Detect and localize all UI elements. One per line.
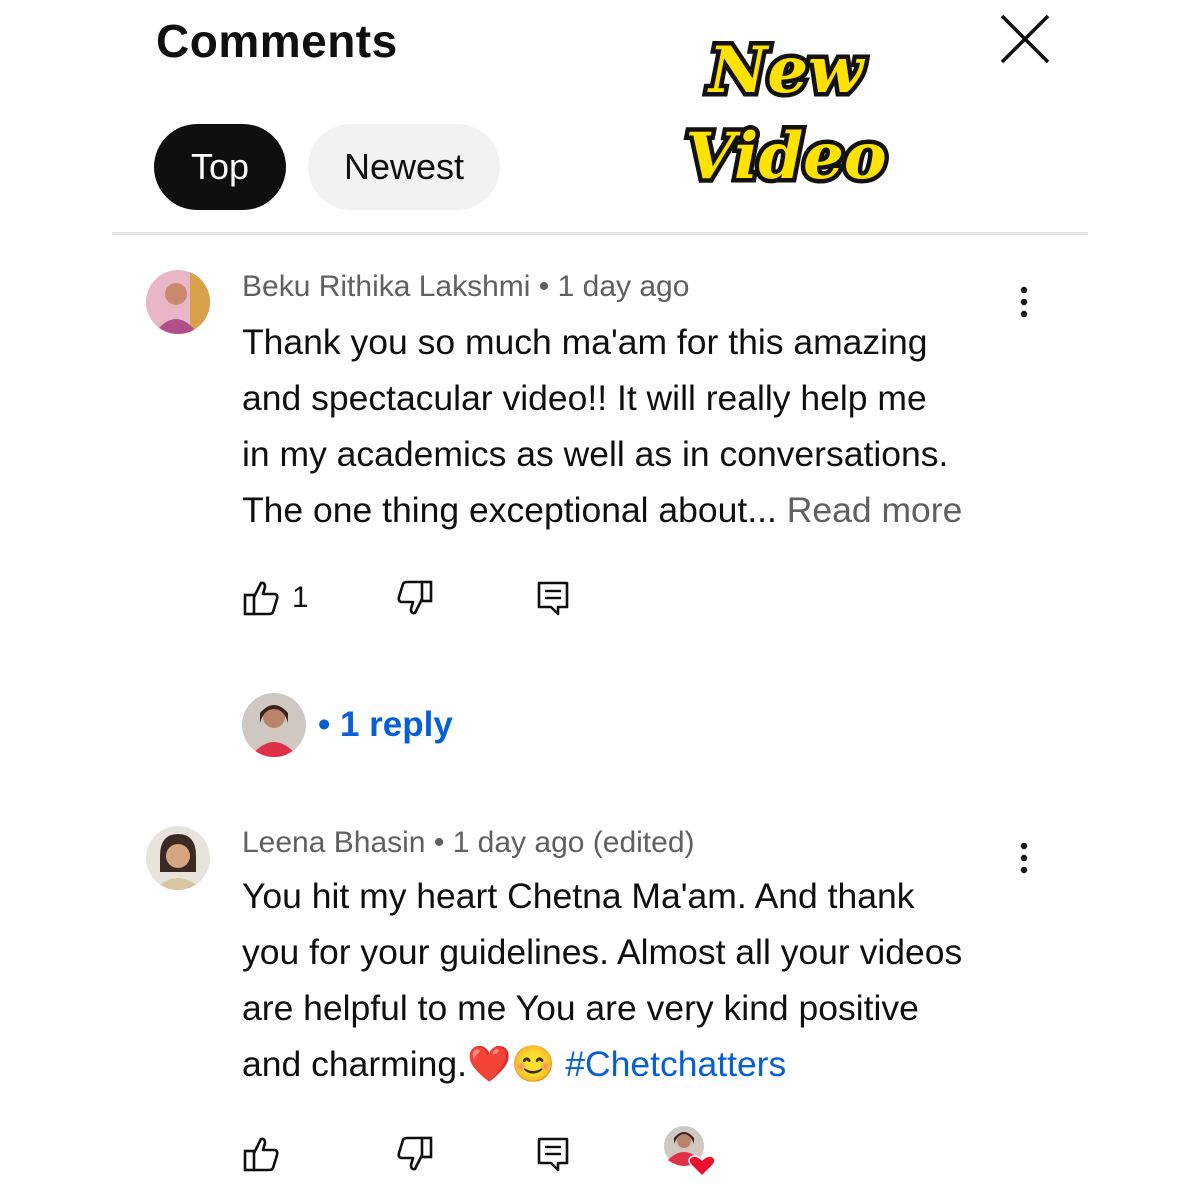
reply-icon bbox=[537, 1137, 569, 1172]
read-more-link[interactable]: Read more bbox=[787, 490, 963, 530]
like-icon bbox=[243, 581, 279, 616]
creator-heart bbox=[660, 1122, 718, 1180]
comment-line: you for your guidelines. Almost all your… bbox=[242, 932, 963, 972]
divider bbox=[112, 232, 1088, 235]
comment-line: and charming. bbox=[242, 1044, 467, 1084]
badge-line1: New bbox=[707, 33, 865, 108]
reply-icon bbox=[537, 581, 569, 616]
sort-chips: Top Newest bbox=[154, 124, 500, 210]
new-video-badge: New Video bbox=[676, 20, 896, 200]
tab-top[interactable]: Top bbox=[154, 124, 286, 210]
dislike-icon bbox=[397, 1136, 433, 1171]
avatar[interactable] bbox=[146, 826, 210, 890]
close-button[interactable] bbox=[996, 10, 1054, 68]
comment-text: Thank you so much ma'am for this amazing… bbox=[242, 314, 1032, 538]
view-replies-button[interactable]: • 1 reply bbox=[242, 692, 453, 758]
avatar[interactable] bbox=[146, 270, 210, 334]
comment-meta: Leena Bhasin • 1 day ago (edited) bbox=[242, 826, 695, 859]
tab-newest[interactable]: Newest bbox=[308, 124, 500, 210]
like-icon bbox=[243, 1137, 279, 1172]
like-button[interactable]: 1 bbox=[240, 574, 309, 622]
hashtag-link[interactable]: #Chetchatters bbox=[565, 1044, 786, 1084]
comment-line: You hit my heart Chetna Ma'am. And thank bbox=[242, 876, 915, 916]
close-icon bbox=[1000, 14, 1050, 64]
replies-count: • 1 reply bbox=[318, 705, 453, 744]
dislike-icon bbox=[397, 580, 433, 615]
emoji-text: ❤️😊 bbox=[466, 1044, 556, 1084]
creator-avatar bbox=[242, 693, 306, 757]
like-count: 1 bbox=[292, 581, 309, 614]
comment-text: You hit my heart Chetna Ma'am. And thank… bbox=[242, 868, 1032, 1092]
comment-line: and spectacular video!! It will really h… bbox=[242, 378, 927, 418]
page-title: Comments bbox=[156, 15, 398, 67]
dislike-button[interactable] bbox=[394, 1130, 436, 1178]
comment-line: in my academics as well as in conversati… bbox=[242, 434, 949, 474]
comment-line: The one thing exceptional about... bbox=[242, 490, 787, 530]
like-button[interactable] bbox=[240, 1130, 282, 1178]
dislike-button[interactable] bbox=[394, 574, 436, 622]
heart-icon bbox=[688, 1155, 716, 1178]
reply-button[interactable] bbox=[532, 574, 574, 622]
comment-meta: Beku Rithika Lakshmi • 1 day ago bbox=[242, 270, 690, 303]
comment-line: are helpful to me You are very kind posi… bbox=[242, 988, 919, 1028]
badge-line2: Video bbox=[686, 119, 887, 194]
reply-button[interactable] bbox=[532, 1130, 574, 1178]
comment-line: Thank you so much ma'am for this amazing bbox=[242, 322, 928, 362]
